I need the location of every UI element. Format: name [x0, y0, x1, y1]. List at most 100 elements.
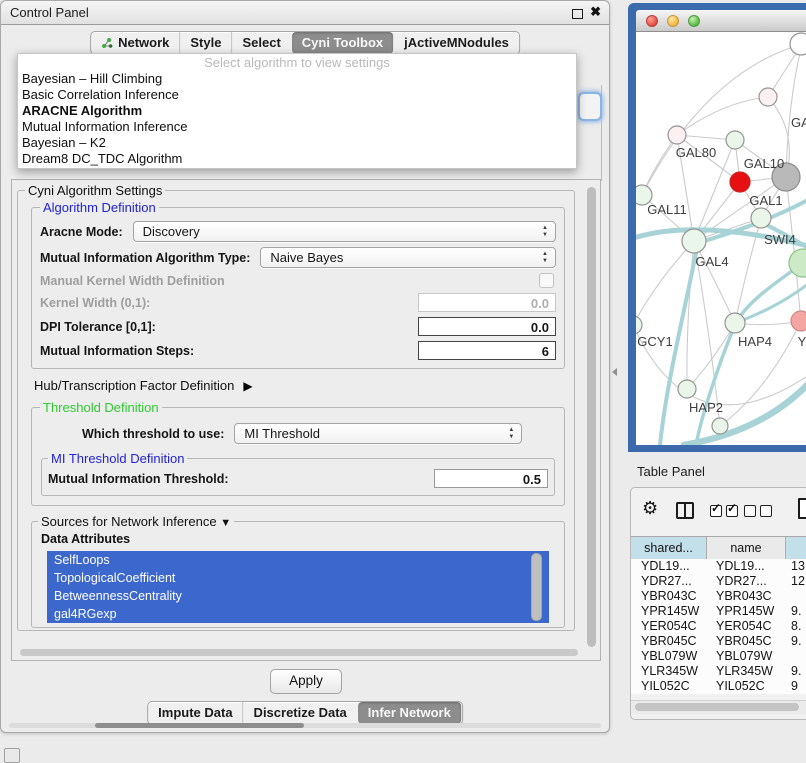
- split-columns-icon[interactable]: [676, 502, 694, 519]
- apply-button[interactable]: Apply: [270, 669, 342, 694]
- tab-infer-network[interactable]: Infer Network: [358, 702, 461, 724]
- dropdown-item[interactable]: Basic Correlation Inference: [18, 87, 576, 103]
- minimize-traffic-light-icon[interactable]: [667, 15, 679, 27]
- network-node[interactable]: [678, 380, 696, 398]
- manual-kernel-label: Manual Kernel Width Definition: [40, 274, 225, 288]
- network-node[interactable]: [726, 131, 744, 149]
- mi-type-select[interactable]: Naive Bayes ▲▼: [260, 247, 556, 268]
- column-header-shared[interactable]: shared...: [631, 537, 707, 559]
- column-header-clipped[interactable]: [786, 537, 806, 559]
- network-window-titlebar[interactable]: [636, 10, 806, 32]
- network-node[interactable]: [725, 313, 745, 333]
- kernel-width-field[interactable]: 0.0: [418, 293, 556, 312]
- tab-jactivemnodules[interactable]: jActiveMNodules: [394, 32, 519, 54]
- network-node[interactable]: [751, 208, 771, 228]
- table-row[interactable]: YBR043CYBR043C: [631, 589, 806, 604]
- network-node[interactable]: [790, 33, 806, 55]
- column-header-name[interactable]: name: [707, 537, 786, 559]
- stepper-icon: ▲▼: [542, 225, 548, 239]
- mi-threshold-field[interactable]: 0.5: [434, 469, 548, 488]
- dpi-tolerance-field[interactable]: 0.0: [418, 317, 556, 336]
- table-row[interactable]: YDL19...YDL19...13: [631, 559, 806, 574]
- tab-cyni-toolbox[interactable]: Cyni Toolbox: [292, 32, 393, 54]
- tab-select[interactable]: Select: [231, 32, 290, 54]
- bottom-tabstrip: Impute Data Discretize Data Infer Networ…: [147, 701, 463, 725]
- list-scrollbar-thumb[interactable]: [531, 553, 542, 621]
- control-panel-titlebar[interactable]: Control Panel: [1, 1, 609, 25]
- table-row[interactable]: YER054CYER054C8.: [631, 619, 806, 634]
- network-node[interactable]: [636, 316, 642, 334]
- node-label: Y: [798, 334, 806, 349]
- table-row[interactable]: YPR145WYPR145W9.: [631, 604, 806, 619]
- which-threshold-select[interactable]: MI Threshold ▲▼: [234, 423, 522, 444]
- sources-title[interactable]: Sources for Network Inference ▼: [38, 514, 234, 529]
- select-all-checkboxes-icon[interactable]: [710, 505, 738, 517]
- threshold-definition-title: Threshold Definition: [40, 400, 162, 415]
- node-label: GAL1: [749, 193, 782, 208]
- data-attributes-list: SelfLoops TopologicalCoefficient Between…: [47, 551, 549, 623]
- close-icon[interactable]: ✖: [590, 4, 601, 20]
- kernel-width-label: Kernel Width (0,1):: [40, 296, 150, 310]
- table-row[interactable]: YLR345WYLR345W9.: [631, 664, 806, 679]
- algorithm-definition-title: Algorithm Definition: [40, 200, 159, 215]
- zoom-traffic-light-icon[interactable]: [688, 15, 700, 27]
- list-item[interactable]: TopologicalCoefficient: [47, 569, 549, 587]
- node-label: GCY1: [637, 334, 672, 349]
- network-node[interactable]: [791, 311, 806, 331]
- mi-steps-label: Mutual Information Steps:: [40, 344, 194, 358]
- network-canvas[interactable]: GAL GAL80 GAL10 GAL1 GAL11 SWI4 GAL4 GCY…: [636, 32, 806, 445]
- hidden-combo-focus-ring: [578, 92, 602, 121]
- table-panel-title: Table Panel: [637, 464, 705, 479]
- node-label: GAL: [791, 115, 806, 130]
- settings-vertical-scrollbar[interactable]: [587, 187, 596, 647]
- list-item[interactable]: BetweennessCentrality: [47, 587, 549, 605]
- settings-horizontal-scrollbar[interactable]: [20, 649, 578, 656]
- table-row[interactable]: YIL052CYIL052C9: [631, 679, 806, 694]
- network-node[interactable]: [759, 88, 777, 106]
- aracne-mode-select[interactable]: Discovery ▲▼: [133, 221, 556, 242]
- table-row[interactable]: YBR045CYBR045C9.: [631, 634, 806, 649]
- list-item[interactable]: SelfLoops: [47, 551, 549, 569]
- table-row[interactable]: YDR27...YDR27...12: [631, 574, 806, 589]
- which-threshold-label: Which threshold to use:: [82, 427, 224, 441]
- stepper-icon: ▲▼: [508, 427, 514, 441]
- network-node[interactable]: [712, 418, 728, 434]
- hub-definition-expander[interactable]: Hub/Transcription Factor Definition ▶: [34, 378, 567, 393]
- tab-network-label: Network: [118, 34, 169, 52]
- network-node[interactable]: [668, 126, 686, 144]
- dropdown-item[interactable]: Bayesian – K2: [18, 135, 576, 151]
- tab-network[interactable]: Network: [91, 32, 179, 54]
- network-view-window[interactable]: GAL GAL80 GAL10 GAL1 GAL11 SWI4 GAL4 GCY…: [628, 3, 806, 452]
- dropdown-item[interactable]: Bayesian – Hill Climbing: [18, 71, 576, 87]
- panel-horizontal-scrollbar-thumb[interactable]: [95, 723, 304, 728]
- dropdown-item-selected[interactable]: ARACNE Algorithm: [18, 103, 576, 119]
- tab-style[interactable]: Style: [179, 32, 231, 54]
- table-horizontal-scrollbar-thumb[interactable]: [635, 703, 799, 711]
- dropdown-item[interactable]: Dream8 DC_TDC Algorithm: [18, 151, 576, 167]
- node-label: SWI4: [764, 232, 796, 247]
- table-row[interactable]: YBL079WYBL079W: [631, 649, 806, 664]
- deselect-all-checkboxes-icon[interactable]: [744, 505, 772, 517]
- expander-arrow-icon: ▶: [243, 379, 252, 393]
- close-traffic-light-icon[interactable]: [646, 15, 658, 27]
- node-label: GAL10: [744, 156, 784, 171]
- tab-discretize-data[interactable]: Discretize Data: [243, 702, 357, 724]
- network-node[interactable]: [730, 172, 750, 192]
- dropdown-item[interactable]: Mutual Information Inference: [18, 119, 576, 135]
- splitter-handle[interactable]: [612, 368, 617, 376]
- node-label: GAL11: [647, 202, 687, 217]
- mi-steps-field[interactable]: 6: [418, 341, 556, 360]
- collapse-arrow-icon: ▼: [220, 517, 231, 529]
- list-item[interactable]: gal4RGexp: [47, 605, 549, 623]
- document-icon[interactable]: [798, 498, 806, 519]
- float-window-icon[interactable]: [572, 9, 583, 19]
- network-node[interactable]: [682, 229, 706, 253]
- tab-impute-data[interactable]: Impute Data: [148, 702, 242, 724]
- sources-group: Sources for Network Inference ▼ Data Att…: [31, 514, 565, 628]
- control-panel-tabstrip: Network Style Select Cyni Toolbox jActiv…: [90, 31, 520, 55]
- dpi-tolerance-label: DPI Tolerance [0,1]:: [40, 320, 156, 334]
- table-body: YDL19...YDL19...13 YDR27...YDR27...12 YB…: [631, 559, 806, 694]
- manual-kernel-checkbox[interactable]: [539, 273, 554, 288]
- gear-icon[interactable]: ⚙: [642, 499, 658, 517]
- collapsed-panel-icon[interactable]: [4, 748, 20, 763]
